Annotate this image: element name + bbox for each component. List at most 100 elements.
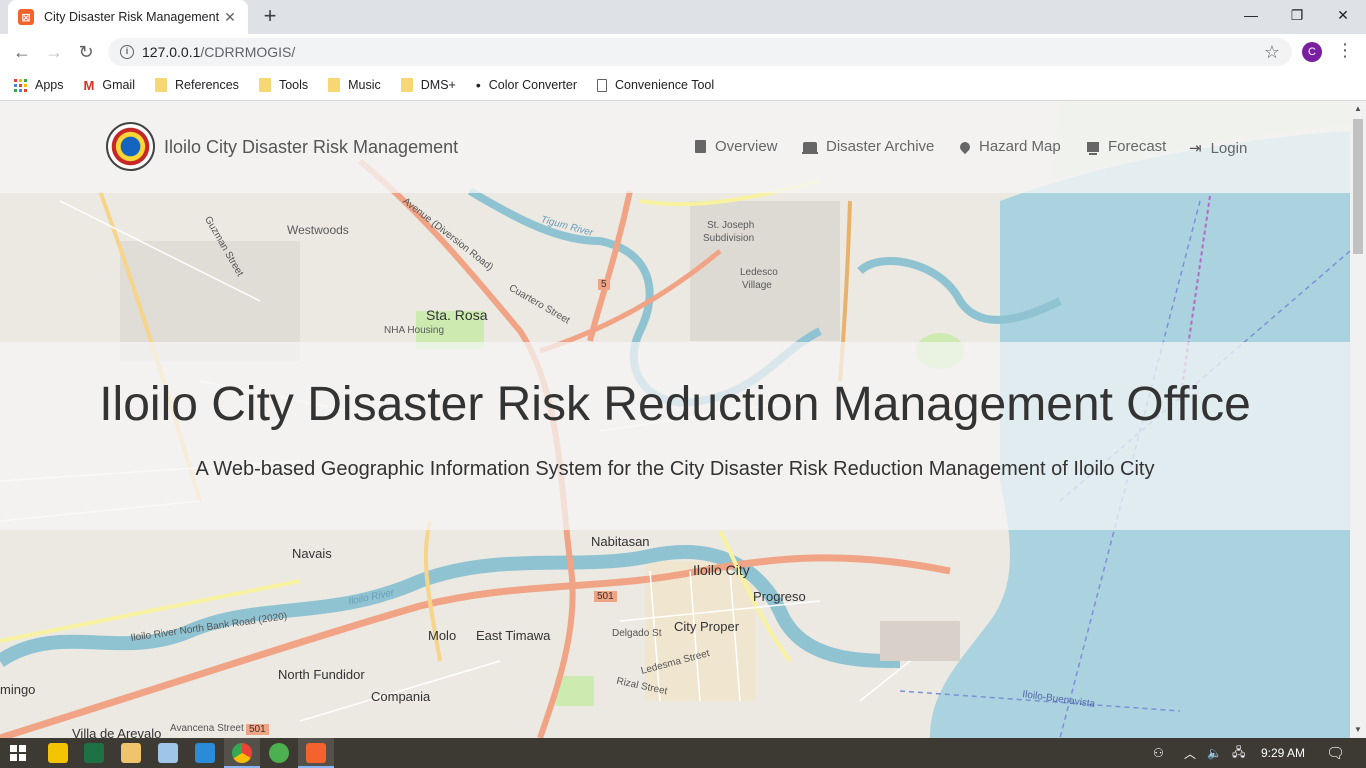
nav-disaster-archive[interactable]: Disaster Archive (802, 138, 934, 155)
map-label: City Proper (674, 619, 740, 634)
site-info-icon[interactable]: i (120, 45, 134, 59)
map-label: East Timawa (476, 628, 551, 643)
windows-taskbar: ⚇ ︿ 🔈 🖧 9:29 AM 🗨 (0, 738, 1366, 768)
volume-icon[interactable]: 🔈 (1207, 738, 1222, 768)
xampp-favicon-icon: ⊠ (18, 9, 34, 25)
nav-overview[interactable]: Overview (695, 138, 778, 155)
people-icon[interactable]: ⚇ (1153, 738, 1164, 768)
bookmark-dms[interactable]: DMS+ (400, 78, 456, 92)
sticky-notes-icon[interactable] (48, 743, 68, 763)
route-shield: 5 (598, 279, 610, 290)
forward-arrow-icon[interactable]: → (42, 40, 66, 64)
cdrrmo-seal-logo[interactable] (106, 122, 155, 171)
clock-time[interactable]: 9:29 AM (1261, 738, 1305, 768)
map-label: Sta. Rosa (426, 307, 488, 323)
map-label: Subdivision (703, 233, 755, 244)
nav-hazard-map[interactable]: Hazard Map (957, 138, 1061, 155)
bookmark-label: Convenience Tool (615, 78, 715, 92)
windows-start-icon[interactable] (10, 745, 26, 761)
page-scrollbar[interactable]: ▲ ▼ (1350, 101, 1366, 738)
chrome-icon[interactable] (232, 743, 252, 763)
route-shield: 501 (594, 591, 617, 602)
map-label: mingo (0, 682, 36, 697)
nav-label: Forecast (1108, 138, 1167, 155)
bookmarks-bar: Apps M Gmail References Tools Music DMS+… (0, 70, 1366, 101)
scroll-thumb[interactable] (1353, 119, 1363, 254)
network-icon[interactable]: 🖧 (1232, 738, 1245, 768)
tab-close-icon[interactable]: ✕ (222, 9, 238, 26)
login-icon: ⇥ (1189, 140, 1202, 157)
bookmark-label: Gmail (102, 78, 135, 92)
browser-menu-icon[interactable]: ⋮ (1336, 40, 1354, 61)
map-label: St. Joseph (707, 220, 755, 231)
bookmark-gmail[interactable]: M Gmail (84, 78, 136, 93)
site-brand[interactable]: Iloilo City Disaster Risk Management (164, 137, 458, 158)
bookmark-apps[interactable]: Apps (14, 78, 64, 92)
bookmark-color-converter[interactable]: • Color Converter (476, 77, 577, 93)
bookmark-references[interactable]: References (155, 78, 239, 92)
tab-title: City Disaster Risk Management (44, 10, 220, 24)
map-label: Nabitasan (591, 534, 650, 549)
hero-title: Iloilo City Disaster Risk Reduction Mana… (99, 378, 1251, 431)
map-label: Westwoods (287, 223, 349, 237)
page-icon (597, 78, 607, 92)
route-shield: 501 (246, 724, 269, 735)
notepad-icon[interactable] (158, 743, 178, 763)
map-label: Village (742, 280, 772, 291)
folder-icon (155, 78, 167, 92)
nav-login[interactable]: ⇥ Login (1189, 139, 1248, 158)
bookmark-convenience-tool[interactable]: Convenience Tool (597, 78, 714, 92)
bookmark-music[interactable]: Music (328, 78, 381, 92)
bookmark-star-icon[interactable]: ☆ (1264, 42, 1280, 63)
map-label: Villa de Arevalo (72, 726, 162, 738)
vscode-icon[interactable] (195, 743, 215, 763)
minimize-button[interactable]: — (1228, 0, 1274, 30)
profile-avatar[interactable]: C (1302, 42, 1322, 62)
hero-subtitle: A Web-based Geographic Information Syste… (195, 458, 1155, 480)
close-window-button[interactable]: ✕ (1320, 0, 1366, 30)
gmail-icon: M (83, 77, 95, 93)
map-label: Progreso (753, 589, 806, 604)
new-tab-button[interactable]: + (258, 5, 282, 29)
page-viewport: Westwoods Sta. Rosa NHA Housing St. Jose… (0, 101, 1350, 738)
back-arrow-icon[interactable]: ← (10, 40, 34, 64)
action-center-icon[interactable]: 🗨 (1326, 738, 1345, 768)
apps-grid-icon (14, 78, 27, 92)
monitor-icon (1087, 141, 1099, 155)
bookmark-label: References (175, 78, 239, 92)
map-label: Compania (371, 689, 431, 704)
xampp-icon[interactable] (306, 743, 326, 763)
scroll-down-arrow-icon[interactable]: ▼ (1350, 722, 1366, 738)
dot-icon: • (475, 77, 481, 93)
book-icon (695, 140, 706, 153)
map-label: Iloilo City (693, 562, 750, 578)
browser-tab-strip: ⊠ City Disaster Risk Management ✕ + — ❐ … (0, 0, 1366, 34)
address-bar[interactable]: i 127.0.0.1/CDRRMOGIS/ ☆ (108, 38, 1292, 66)
folder-icon (400, 78, 413, 92)
show-hidden-icons-icon[interactable]: ︿ (1184, 738, 1196, 768)
url-path: /CDRRMOGIS/ (200, 44, 296, 60)
globe-app-icon[interactable] (269, 743, 289, 763)
hero-band (0, 342, 1350, 530)
browser-toolbar: ← → ↻ i 127.0.0.1/CDRRMOGIS/ ☆ C ⋮ (0, 34, 1366, 70)
nav-label: Login (1210, 139, 1248, 157)
excel-icon[interactable] (84, 743, 104, 763)
bookmark-label: DMS+ (420, 78, 456, 92)
map-label: Molo (428, 628, 457, 643)
restore-button[interactable]: ❐ (1274, 0, 1320, 30)
url-host: 127.0.0.1 (142, 44, 201, 60)
scroll-up-arrow-icon[interactable]: ▲ (1350, 101, 1366, 117)
bookmark-label: Music (348, 78, 381, 92)
map-label: Navais (292, 546, 332, 561)
reload-icon[interactable]: ↻ (74, 40, 98, 64)
folder-icon (258, 78, 271, 92)
browser-tab[interactable]: ⊠ City Disaster Risk Management ✕ (8, 0, 248, 34)
bookmark-label: Color Converter (488, 78, 577, 92)
nav-forecast[interactable]: Forecast (1087, 138, 1166, 155)
map-label: North Fundidor (278, 667, 365, 682)
bookmark-tools[interactable]: Tools (258, 78, 308, 92)
folder-icon (328, 78, 341, 92)
map-label: Delgado St (612, 628, 662, 639)
file-explorer-icon[interactable] (121, 743, 141, 763)
bookmark-label: Apps (35, 78, 64, 92)
